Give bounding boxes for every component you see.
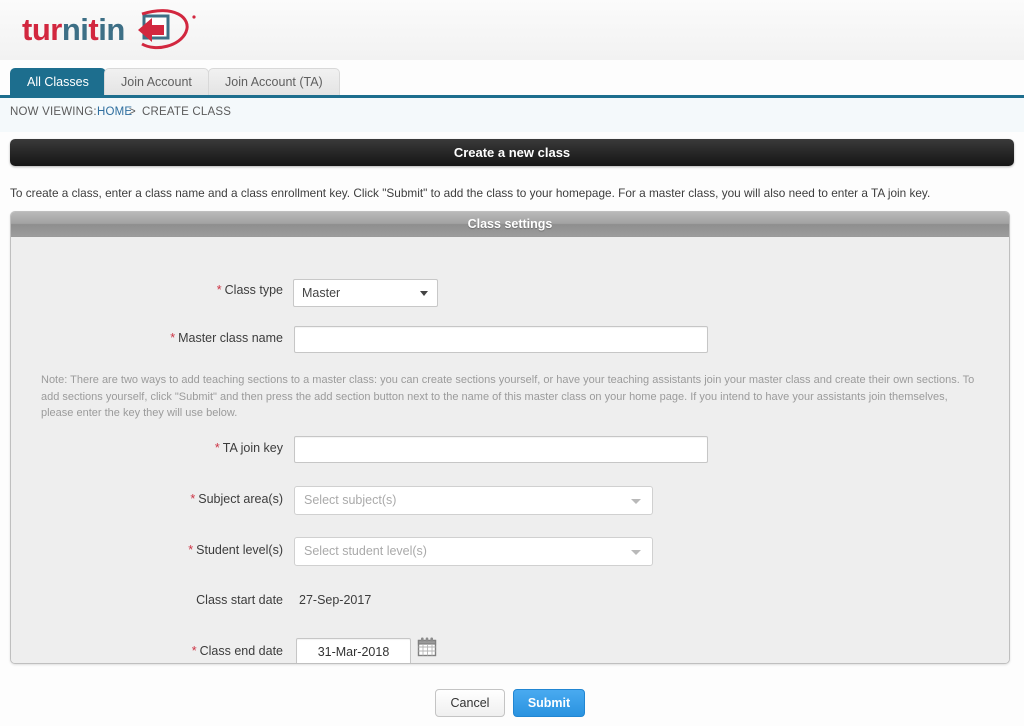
create-class-page: turnitin All Classes Join Account Join A…	[0, 0, 1024, 726]
label-ta-join-key-text: TA join key	[222, 441, 283, 455]
student-levels-multiselect[interactable]: Select student level(s)	[294, 537, 653, 566]
breadcrumb-home-link[interactable]: HOME	[97, 106, 132, 118]
submit-button[interactable]: Submit	[513, 689, 585, 717]
class-start-date-value: 27-Sep-2017	[299, 593, 372, 607]
label-class-end-date: * Class end date	[11, 644, 283, 658]
ta-join-key-input[interactable]	[294, 436, 708, 463]
label-master-class-name-text: Master class name	[178, 331, 283, 345]
logo-part-3: t	[88, 12, 99, 47]
label-ta-join-key: * TA join key	[11, 441, 283, 455]
calendar-icon[interactable]	[417, 636, 437, 658]
required-marker: *	[188, 543, 194, 557]
turnitin-logo[interactable]: turnitin	[22, 8, 202, 54]
breadcrumb-current: CREATE CLASS	[142, 106, 232, 118]
breadcrumb-separator: >	[129, 106, 136, 118]
logo-part-1: tur	[22, 12, 62, 47]
label-class-end-date-text: Class end date	[199, 644, 283, 658]
site-header: turnitin	[0, 0, 1024, 60]
chevron-down-icon	[631, 550, 641, 555]
breadcrumb: NOW VIEWING: HOME > CREATE CLASS	[0, 98, 1024, 132]
label-subject-areas: * Subject area(s)	[11, 492, 283, 506]
chevron-down-icon	[631, 499, 641, 504]
breadcrumb-prefix: NOW VIEWING:	[10, 106, 97, 118]
tab-join-account-ta[interactable]: Join Account (TA)	[208, 68, 340, 95]
required-marker: *	[190, 492, 196, 506]
label-subject-areas-text: Subject area(s)	[198, 492, 283, 506]
required-marker: *	[191, 644, 197, 658]
label-master-class-name: * Master class name	[11, 331, 283, 345]
label-class-start-date: Class start date	[196, 593, 283, 607]
panel-body: * Class type Master * Master class name No…	[11, 237, 1009, 663]
required-marker: *	[170, 331, 176, 345]
master-class-name-input[interactable]	[294, 326, 708, 353]
panel-header: Class settings	[11, 212, 1009, 237]
primary-tabs: All Classes Join Account Join Account (T…	[0, 68, 1024, 97]
cancel-button[interactable]: Cancel	[435, 689, 505, 717]
logo-part-2: ni	[61, 12, 89, 47]
class-settings-panel: Class settings * Class type Master * Maste…	[10, 211, 1010, 664]
class-type-value: Master	[302, 286, 341, 300]
tab-all-classes[interactable]: All Classes	[10, 68, 106, 95]
label-student-levels-text: Student level(s)	[196, 543, 283, 557]
class-type-select[interactable]: Master	[293, 279, 438, 307]
subject-areas-multiselect[interactable]: Select subject(s)	[294, 486, 653, 515]
intro-text: To create a class, enter a class name an…	[10, 186, 931, 200]
turnitin-swoosh-icon	[138, 9, 196, 49]
required-marker: *	[214, 441, 220, 455]
label-student-levels: * Student level(s)	[11, 543, 283, 557]
master-class-note: Note: There are two ways to add teaching…	[41, 374, 975, 419]
class-end-date-input[interactable]	[296, 638, 411, 663]
chevron-down-icon	[420, 291, 428, 296]
tab-join-account[interactable]: Join Account	[104, 68, 209, 95]
page-title: Create a new class	[10, 139, 1014, 166]
logo-wordmark: turnitin	[22, 12, 125, 48]
logo-part-4: in	[98, 12, 125, 47]
label-class-type: * Class type	[11, 283, 283, 297]
student-levels-placeholder: Select student level(s)	[304, 544, 427, 558]
required-marker: *	[216, 283, 222, 297]
label-class-type-text: Class type	[224, 283, 283, 297]
subject-areas-placeholder: Select subject(s)	[304, 493, 397, 507]
